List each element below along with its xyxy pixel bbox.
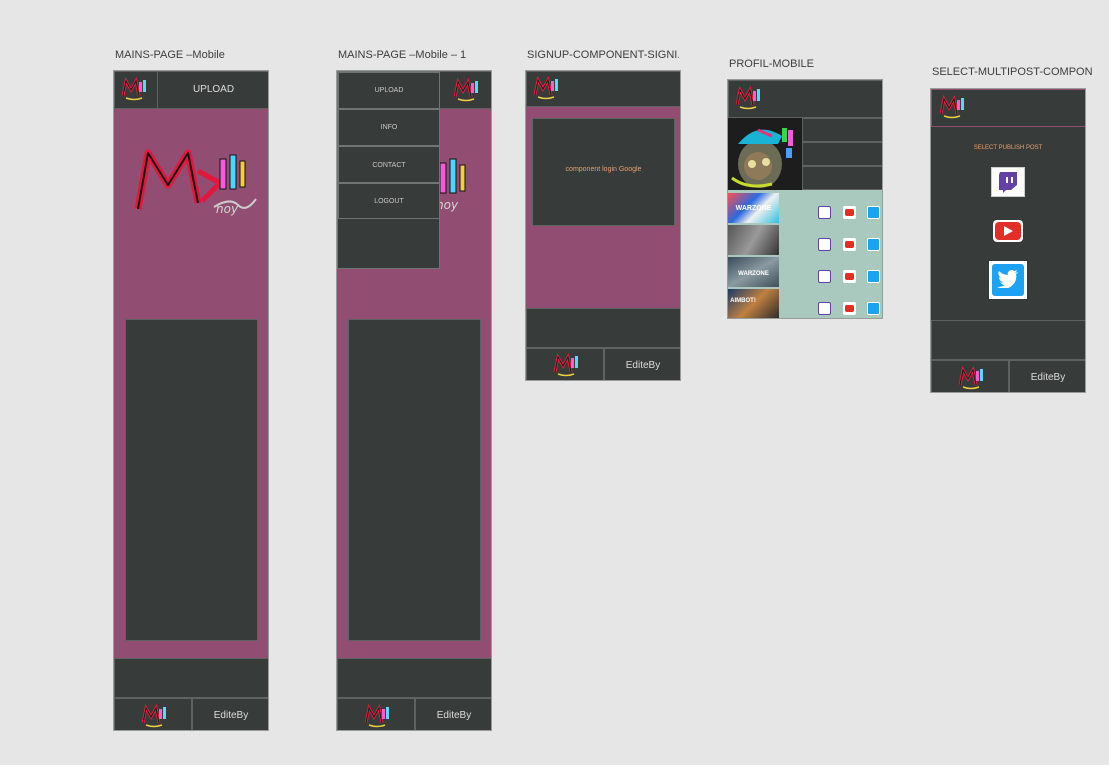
logo-icon bbox=[957, 365, 985, 391]
svg-text:noy: noy bbox=[216, 202, 239, 216]
editeby-label: EditeBy bbox=[436, 710, 472, 721]
editeby-link[interactable]: EditeBy bbox=[415, 698, 491, 730]
twitch-icon[interactable] bbox=[818, 238, 831, 251]
logo-icon bbox=[938, 94, 966, 120]
twitter-icon[interactable] bbox=[867, 206, 880, 219]
twitch-icon[interactable] bbox=[818, 270, 831, 283]
artboard-title-profil[interactable]: PROFIL-MOBILE bbox=[729, 58, 814, 70]
footer-bar bbox=[526, 308, 680, 348]
google-login-component[interactable]: component login Google bbox=[532, 118, 675, 226]
menu-item-label: INFO bbox=[380, 124, 398, 131]
menu-item-info[interactable]: INFO bbox=[338, 109, 440, 146]
footer-logo-cell bbox=[931, 360, 1009, 392]
artboard-profil: WARZONE WARZONE AIMBOT! bbox=[727, 79, 883, 319]
upload-label: UPLOAD bbox=[192, 84, 235, 95]
artboard-multipost: SELECT PUBLISH POST EditeBy bbox=[930, 88, 1086, 393]
youtube-icon[interactable] bbox=[843, 238, 856, 251]
menu-item-upload[interactable]: UPLOAD bbox=[338, 72, 440, 109]
artboard-main: UPLOAD noy EditeBy bbox=[113, 70, 269, 731]
twitter-icon[interactable] bbox=[867, 270, 880, 283]
editeby-label: EditeBy bbox=[625, 360, 661, 371]
youtube-icon[interactable] bbox=[843, 206, 856, 219]
editeby-link[interactable]: EditeBy bbox=[1009, 360, 1085, 392]
pink-content: component login Google bbox=[526, 107, 680, 308]
menu-item-logout[interactable]: LOGOUT bbox=[338, 183, 440, 219]
profile-action[interactable] bbox=[802, 118, 882, 142]
thumbnail-label: AIMBOT! bbox=[730, 298, 756, 304]
footer-logo-cell bbox=[337, 698, 415, 730]
logo-icon bbox=[120, 76, 148, 102]
artboard-title-main-menu[interactable]: MAINS-PAGE –Mobile – 1 bbox=[338, 49, 466, 61]
profile-action[interactable] bbox=[802, 142, 882, 166]
select-publish-heading: SELECT PUBLISH POST bbox=[973, 145, 1043, 151]
editeby-label: EditeBy bbox=[213, 710, 249, 721]
artboard-signup: component login Google EditeBy bbox=[525, 70, 681, 381]
big-logo-icon: noy bbox=[134, 149, 257, 216]
content-panel bbox=[348, 319, 481, 641]
post-thumbnail[interactable]: AIMBOT! bbox=[728, 289, 779, 318]
twitter-icon[interactable] bbox=[867, 302, 880, 315]
editeby-link[interactable]: EditeBy bbox=[192, 698, 268, 730]
artboard-title-main[interactable]: MAINS-PAGE –Mobile bbox=[115, 49, 225, 61]
upload-button[interactable]: UPLOAD bbox=[157, 71, 268, 109]
post-thumbnail[interactable] bbox=[728, 225, 779, 255]
twitter-icon[interactable] bbox=[867, 238, 880, 251]
editeby-link[interactable]: EditeBy bbox=[604, 348, 680, 380]
logo-icon bbox=[734, 85, 762, 111]
pink-content: noy bbox=[114, 109, 268, 658]
content-panel bbox=[125, 319, 258, 641]
twitch-icon[interactable] bbox=[818, 206, 831, 219]
twitch-icon[interactable] bbox=[818, 302, 831, 315]
footer-bar bbox=[931, 320, 1085, 360]
editeby-label: EditeBy bbox=[1030, 372, 1066, 383]
thumbnail-label: WARZONE bbox=[738, 271, 769, 277]
youtube-icon[interactable] bbox=[993, 220, 1023, 242]
header-logo-cell bbox=[439, 71, 491, 109]
footer-logo-cell bbox=[114, 698, 192, 730]
twitter-icon[interactable] bbox=[989, 261, 1027, 299]
menu-item-label: LOGOUT bbox=[374, 198, 404, 205]
logo-icon bbox=[140, 703, 168, 729]
dropdown-menu: UPLOAD INFO CONTACT LOGOUT bbox=[337, 71, 440, 269]
thumbnail-label: WARZONE bbox=[735, 205, 772, 212]
twitch-icon[interactable] bbox=[991, 167, 1025, 197]
logo-icon bbox=[452, 77, 480, 103]
artboard-main-menu: noy UPLOAD INFO CONTACT LOGOUT EditeBy bbox=[336, 70, 492, 731]
component-label: component login Google bbox=[565, 166, 642, 173]
footer-bar bbox=[337, 658, 491, 698]
artboard-title-signup[interactable]: SIGNUP-COMPONENT-SIGNI... bbox=[527, 49, 679, 61]
profile-action[interactable] bbox=[802, 166, 882, 190]
logo-icon bbox=[532, 75, 560, 101]
logo-icon bbox=[363, 703, 391, 729]
post-thumbnail[interactable]: WARZONE bbox=[728, 193, 779, 223]
menu-item-label: CONTACT bbox=[372, 162, 406, 169]
footer-logo-cell bbox=[526, 348, 604, 380]
youtube-icon[interactable] bbox=[843, 302, 856, 315]
menu-item-label: UPLOAD bbox=[374, 87, 404, 94]
avatar bbox=[728, 118, 802, 190]
footer-bar bbox=[114, 658, 268, 698]
menu-item-contact[interactable]: CONTACT bbox=[338, 146, 440, 183]
artboard-title-multipost[interactable]: SELECT-MULTIPOST-COMPON... bbox=[932, 66, 1092, 78]
post-thumbnail[interactable]: WARZONE bbox=[728, 257, 779, 287]
logo-icon bbox=[552, 352, 580, 378]
youtube-icon[interactable] bbox=[843, 270, 856, 283]
